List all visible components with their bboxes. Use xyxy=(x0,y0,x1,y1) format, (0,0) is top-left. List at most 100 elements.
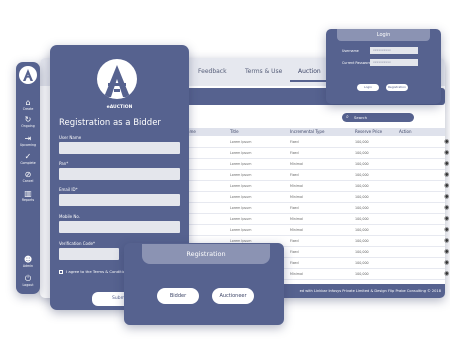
view-eye-icon[interactable]: ◉ xyxy=(444,238,449,244)
cell-title: Lorem Ipsum xyxy=(230,206,252,210)
cell-type: Minimal xyxy=(290,228,303,232)
view-eye-icon[interactable]: ◉ xyxy=(444,194,449,200)
view-eye-icon[interactable]: ◉ xyxy=(444,260,449,266)
sidebar-item-upcoming[interactable]: ⇥ Upcoming xyxy=(16,134,40,147)
cell-price: 100,000 xyxy=(355,217,369,221)
cell-price: 100,000 xyxy=(355,173,369,177)
view-eye-icon[interactable]: ◉ xyxy=(444,172,449,178)
table-row: Lorem Ipsum Minimal 100,000 ◉ xyxy=(180,225,449,236)
view-eye-icon[interactable]: ◉ xyxy=(444,227,449,233)
tab-feedback[interactable]: Feedback xyxy=(198,68,227,75)
login-title: Login xyxy=(337,29,430,41)
login-username-input[interactable]: xxxxxxxxxx xyxy=(370,47,418,54)
cell-type: Fixed xyxy=(290,173,299,177)
table-header: Name Title Incremental Type Reserve Pric… xyxy=(180,128,445,136)
terms-checkbox[interactable] xyxy=(59,270,63,274)
table-row: Lorem Ipsum Fixed 100,000 ◉ xyxy=(180,170,449,181)
cell-price: 100,000 xyxy=(355,261,369,265)
view-eye-icon[interactable]: ◉ xyxy=(444,249,449,255)
active-tab-indicator xyxy=(290,80,330,82)
table-row: Lorem Ipsum Minimal 100,000 ◉ xyxy=(180,192,449,203)
pan-label: Pan* xyxy=(59,161,69,166)
cell-price: 100,000 xyxy=(355,184,369,188)
cell-type: Fixed xyxy=(290,151,299,155)
sidebar-item-cancel[interactable]: ⊘ Cancel xyxy=(16,170,40,183)
sidebar-item-reports[interactable]: ▥ Reports xyxy=(16,189,40,202)
col-type: Incremental Type xyxy=(290,129,325,134)
sidebar-item-ongoing[interactable]: ↻ Ongoing xyxy=(16,115,40,128)
view-eye-icon[interactable]: ◉ xyxy=(444,139,449,145)
table-row: Lorem Ipsum Minimal 100,000 ◉ xyxy=(180,159,449,170)
ban-icon: ⊘ xyxy=(24,170,32,179)
email-field[interactable] xyxy=(59,194,180,206)
page-title: Registration as a Bidder xyxy=(59,118,161,128)
power-icon: ⏻ xyxy=(24,274,32,283)
cell-price: 100,000 xyxy=(355,195,369,199)
view-eye-icon[interactable]: ◉ xyxy=(444,161,449,167)
terms-label: I agree to the Terms & Conditions a xyxy=(66,269,134,274)
cell-title: Lorem Ipsum xyxy=(230,228,252,232)
cell-price: 100,000 xyxy=(355,151,369,155)
email-label: Email ID* xyxy=(59,187,78,192)
cell-type: Fixed xyxy=(290,206,299,210)
bidder-button[interactable]: Bidder xyxy=(157,288,199,304)
search-icon: ⌕ xyxy=(346,114,349,120)
search-input[interactable]: ⌕ Search xyxy=(342,113,414,122)
login-button[interactable]: Login xyxy=(357,84,379,91)
cell-price: 100,000 xyxy=(355,228,369,232)
table-row: Lorem Ipsum Minimal 100,000 ◉ xyxy=(180,181,449,192)
view-eye-icon[interactable]: ◉ xyxy=(444,216,449,222)
terms-agreement: I agree to the Terms & Conditions a xyxy=(59,269,133,274)
verification-code-field[interactable] xyxy=(59,248,119,260)
cell-type: Minimal xyxy=(290,184,303,188)
cell-title: Lorem Ipsum xyxy=(230,140,252,144)
house-icon: ⌂ xyxy=(25,98,31,107)
view-eye-icon[interactable]: ◉ xyxy=(444,271,449,277)
view-eye-icon[interactable]: ◉ xyxy=(444,183,449,189)
auctioneer-button[interactable]: Auctioneer xyxy=(212,288,254,304)
cell-type: Fixed xyxy=(290,261,299,265)
pan-field[interactable] xyxy=(59,168,180,180)
refresh-icon: ↻ xyxy=(24,115,32,124)
cell-title: Lorem Ipsum xyxy=(230,151,252,155)
sidebar-item-create[interactable]: ⌂ Create xyxy=(16,98,40,111)
logo-text: eAUCTION xyxy=(106,105,133,110)
col-action: Action xyxy=(399,129,412,134)
sidebar-item-admin[interactable]: ☻ Admin xyxy=(16,255,40,268)
cell-price: 100,000 xyxy=(355,239,369,243)
cell-type: Fixed xyxy=(290,250,299,254)
table-row: Lorem Ipsum Fixed 100,000 ◉ xyxy=(180,148,449,159)
table-row: Lorem Ipsum Minimal 100,000 ◉ xyxy=(180,214,449,225)
auction-logo-icon xyxy=(19,66,37,84)
cell-title: Lorem Ipsum xyxy=(230,162,252,166)
registration-button[interactable]: Registration xyxy=(386,84,408,91)
mobile-label: Mobile No. xyxy=(59,214,81,219)
username-label: User Name xyxy=(59,135,82,140)
sidebar: ⌂ Create ↻ Ongoing ⇥ Upcoming ✓ Complete… xyxy=(16,62,40,294)
registration-title: Registration xyxy=(142,244,270,264)
view-eye-icon[interactable]: ◉ xyxy=(444,150,449,156)
cell-type: Fixed xyxy=(290,140,299,144)
cell-type: Fixed xyxy=(290,239,299,243)
col-title: Title xyxy=(230,129,239,134)
check-icon: ✓ xyxy=(24,152,32,161)
auction-logo-icon xyxy=(97,59,137,99)
login-window: Login Username xxxxxxxxxx Current Passwo… xyxy=(326,29,441,104)
login-password-input[interactable]: xxxxxxxxxx xyxy=(370,59,418,66)
username-label: Username xyxy=(342,49,359,53)
tab-auction[interactable]: Auction xyxy=(298,68,321,75)
tab-terms[interactable]: Terms & Use xyxy=(245,68,282,75)
view-eye-icon[interactable]: ◉ xyxy=(444,205,449,211)
mobile-field[interactable] xyxy=(59,221,180,233)
sidebar-item-complete[interactable]: ✓ Complete xyxy=(16,152,40,165)
username-field[interactable] xyxy=(59,142,180,154)
cell-price: 100,000 xyxy=(355,206,369,210)
cell-price: 100,000 xyxy=(355,162,369,166)
cell-type: Minimal xyxy=(290,272,303,276)
user-icon: ☻ xyxy=(23,255,33,264)
cell-price: 100,000 xyxy=(355,140,369,144)
registration-type-window: Registration Bidder Auctioneer xyxy=(124,243,284,325)
cell-price: 100,000 xyxy=(355,250,369,254)
cell-title: Lorem Ipsum xyxy=(230,195,252,199)
sidebar-item-logout[interactable]: ⏻ Logout xyxy=(16,274,40,287)
